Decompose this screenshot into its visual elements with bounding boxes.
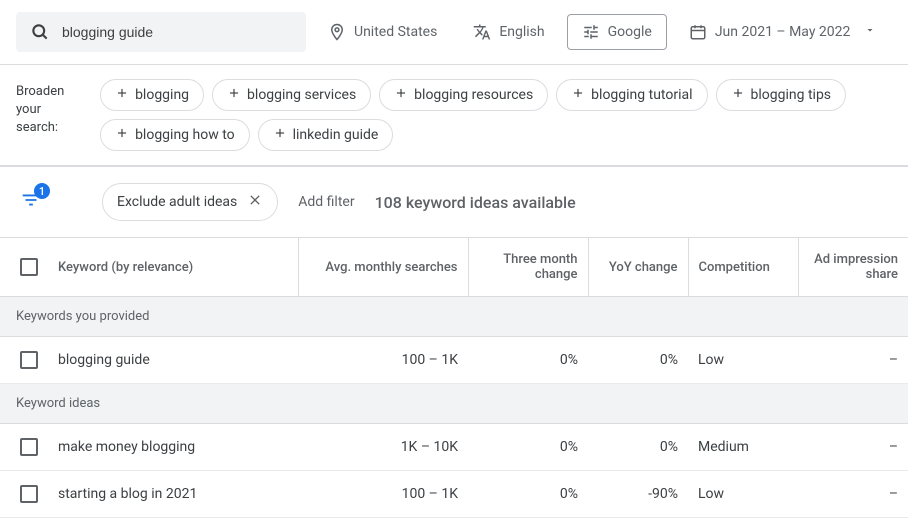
cell-comp: Low — [688, 337, 798, 384]
location-chip[interactable]: United States — [314, 15, 451, 49]
broaden-pill[interactable]: blogging — [100, 79, 204, 111]
broaden-pill[interactable]: blogging how to — [100, 119, 250, 151]
pill-label: blogging — [135, 87, 189, 103]
broaden-pill[interactable]: blogging resources — [379, 79, 548, 111]
filter-icon-button[interactable]: 1 — [20, 189, 42, 215]
search-input[interactable] — [62, 24, 292, 40]
calendar-icon — [689, 23, 707, 41]
broaden-pill[interactable]: linkedin guide — [258, 119, 394, 151]
filter-badge: 1 — [34, 183, 50, 199]
plus-icon — [731, 86, 745, 104]
cell-three: 0% — [468, 424, 588, 471]
col-three[interactable]: Three month change — [468, 238, 588, 297]
cell-avg: 100 – 1K — [298, 471, 468, 518]
pill-label: linkedin guide — [293, 127, 379, 143]
col-yoy[interactable]: YoY change — [588, 238, 688, 297]
filter-row: 1 Exclude adult ideas Add filter 108 key… — [0, 167, 908, 237]
network-chip[interactable]: Google — [567, 14, 667, 50]
plus-icon — [115, 126, 129, 144]
plus-icon — [571, 86, 585, 104]
broaden-pill[interactable]: blogging tutorial — [556, 79, 707, 111]
cell-yoy: -90% — [588, 471, 688, 518]
row-checkbox[interactable] — [20, 351, 38, 369]
broaden-pill[interactable]: blogging services — [212, 79, 371, 111]
cell-adimp: – — [798, 471, 908, 518]
row-checkbox[interactable] — [20, 438, 38, 456]
col-keyword[interactable]: Keyword (by relevance) — [48, 238, 298, 297]
broaden-row: Broaden your search: blogging blogging se… — [0, 65, 908, 167]
plus-icon — [273, 126, 287, 144]
plus-icon — [115, 86, 129, 104]
cell-avg: 100 – 1K — [298, 337, 468, 384]
location-text: United States — [354, 24, 437, 40]
search-box[interactable] — [16, 12, 306, 52]
broaden-pill[interactable]: blogging tips — [716, 79, 847, 111]
network-text: Google — [608, 24, 652, 40]
add-filter-button[interactable]: Add filter — [298, 194, 354, 210]
col-avg[interactable]: Avg. monthly searches — [298, 238, 468, 297]
chevron-down-icon — [864, 24, 876, 40]
active-filter-text: Exclude adult ideas — [117, 194, 237, 210]
col-adimp[interactable]: Ad impression share — [798, 238, 908, 297]
cell-comp: Medium — [688, 424, 798, 471]
cell-three: 0% — [468, 337, 588, 384]
table-row: starting a blog in 2021100 – 1K0%-90%Low… — [0, 471, 908, 518]
pill-label: blogging how to — [135, 127, 235, 143]
table-row: make money blogging1K – 10K0%0%Medium– — [0, 424, 908, 471]
col-comp[interactable]: Competition — [688, 238, 798, 297]
section-header: Keyword ideas — [0, 384, 908, 424]
cell-three: 0% — [468, 471, 588, 518]
pill-label: blogging tips — [751, 87, 832, 103]
broaden-pills: blogging blogging services blogging resour… — [100, 79, 892, 151]
keywords-table: Keyword (by relevance) Avg. monthly sear… — [0, 237, 908, 518]
cell-yoy: 0% — [588, 424, 688, 471]
search-icon — [30, 22, 50, 42]
cell-adimp: – — [798, 337, 908, 384]
row-checkbox[interactable] — [20, 485, 38, 503]
cell-keyword[interactable]: blogging guide — [48, 337, 298, 384]
select-all-checkbox[interactable] — [20, 258, 38, 276]
table-row: blogging guide100 – 1K0%0%Low– — [0, 337, 908, 384]
daterange-chip[interactable]: Jun 2021 – May 2022 — [675, 15, 891, 49]
daterange-text: Jun 2021 – May 2022 — [715, 24, 851, 40]
translate-icon — [473, 23, 491, 41]
idea-count: 108 keyword ideas available — [375, 193, 576, 212]
section-header: Keywords you provided — [0, 297, 908, 337]
close-icon[interactable] — [247, 192, 263, 212]
cell-avg: 1K – 10K — [298, 424, 468, 471]
pill-label: blogging services — [247, 87, 356, 103]
cell-adimp: – — [798, 424, 908, 471]
broaden-label: Broaden your search: — [16, 79, 84, 151]
pill-label: blogging tutorial — [591, 87, 692, 103]
language-chip[interactable]: English — [459, 15, 558, 49]
pill-label: blogging resources — [414, 87, 533, 103]
plus-icon — [227, 86, 241, 104]
topbar: United States English Google Jun 2021 – … — [0, 0, 908, 65]
language-text: English — [499, 24, 544, 40]
active-filter-pill[interactable]: Exclude adult ideas — [102, 183, 278, 221]
cell-keyword[interactable]: starting a blog in 2021 — [48, 471, 298, 518]
network-icon — [582, 23, 600, 41]
cell-yoy: 0% — [588, 337, 688, 384]
plus-icon — [394, 86, 408, 104]
cell-keyword[interactable]: make money blogging — [48, 424, 298, 471]
cell-comp: Low — [688, 471, 798, 518]
location-icon — [328, 23, 346, 41]
